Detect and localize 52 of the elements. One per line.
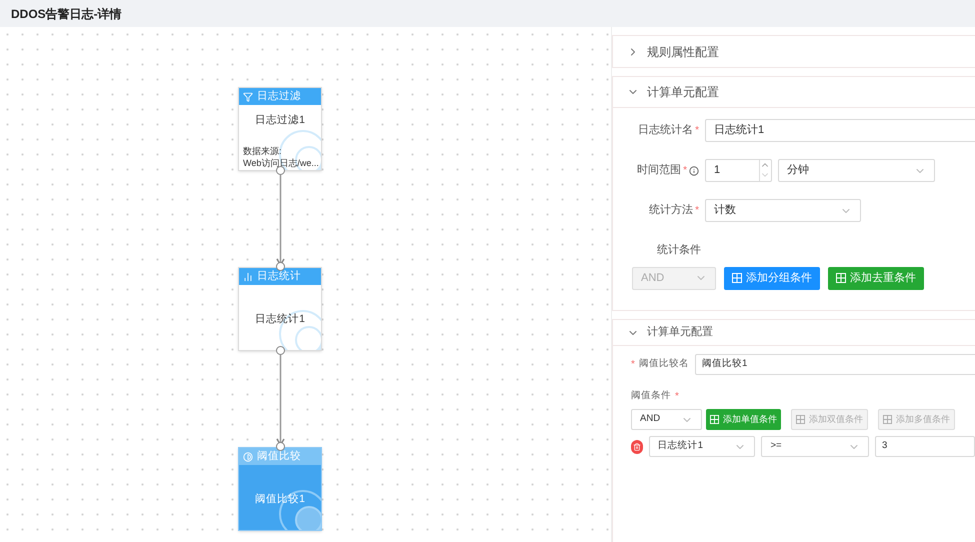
trash-icon xyxy=(632,442,641,450)
flow-node[interactable]: 日志过滤 日志过滤1 数据来源: Web访问日志/we... xyxy=(238,87,322,171)
node-title: 阈值比较 xyxy=(257,451,301,462)
node-detail-value: Web访问日志/we... xyxy=(242,156,320,169)
number-input[interactable]: 1 xyxy=(705,159,772,182)
field-label: 日志统计名 xyxy=(638,122,694,138)
conditions-label: 统计条件 xyxy=(657,242,702,258)
node-title: 日志统计 xyxy=(257,271,301,282)
node-title: 日志过滤 xyxy=(257,91,301,102)
node-name: 阈值比较1 xyxy=(254,492,306,507)
bar-chart-icon xyxy=(243,272,253,282)
connection-port[interactable] xyxy=(276,262,285,271)
connection-port[interactable] xyxy=(276,442,285,451)
section-header[interactable]: 计算单元配置 xyxy=(613,320,975,346)
node-name: 日志过滤1 xyxy=(254,113,306,128)
node-detail-label: 数据来源: xyxy=(242,144,283,157)
section-title: 计算单元配置 xyxy=(647,325,713,340)
required-mark: * xyxy=(695,124,699,138)
section-title: 规则属性配置 xyxy=(647,44,719,60)
node-name: 日志统计1 xyxy=(254,312,306,327)
plus-square-icon xyxy=(732,273,742,283)
plus-square-icon xyxy=(796,415,805,424)
half-circle-icon xyxy=(243,452,253,462)
required-mark: * xyxy=(631,358,635,372)
section-header[interactable]: 计算单元配置 xyxy=(613,77,975,108)
field-label: 时间范围 xyxy=(637,163,682,178)
plus-square-icon xyxy=(836,273,846,283)
connection-port[interactable] xyxy=(276,346,285,355)
filter-icon xyxy=(243,92,253,102)
name-input[interactable]: 阈值比较1 xyxy=(695,354,975,375)
operator-select[interactable]: >= xyxy=(761,436,869,457)
field-label: 阈值比较名 xyxy=(638,357,689,372)
logic-select[interactable]: AND xyxy=(631,409,702,430)
name-input[interactable]: 日志统计1 xyxy=(705,119,975,142)
delete-button[interactable] xyxy=(631,440,643,454)
field-label: 统计方法 xyxy=(649,202,694,218)
info-icon[interactable] xyxy=(689,166,699,176)
plus-square-icon xyxy=(883,415,892,424)
section-header[interactable]: 规则属性配置 xyxy=(613,36,975,67)
required-mark: * xyxy=(683,164,687,178)
page-title: DDOS告警日志-详情 xyxy=(11,6,122,22)
required-mark: * xyxy=(675,390,679,404)
plus-square-icon xyxy=(710,415,719,424)
conditions-label: 阈值条件 xyxy=(631,389,671,404)
connection-port[interactable] xyxy=(276,166,285,175)
required-mark: * xyxy=(695,204,699,218)
value-input[interactable]: 3 xyxy=(875,436,975,457)
unit-select[interactable]: 分钟 xyxy=(778,159,935,182)
flow-node[interactable]: 日志统计 日志统计1 xyxy=(238,267,322,351)
field-select[interactable]: 日志统计1 xyxy=(648,436,756,457)
section-title: 计算单元配置 xyxy=(647,84,719,101)
method-select[interactable]: 计数 xyxy=(705,199,861,222)
